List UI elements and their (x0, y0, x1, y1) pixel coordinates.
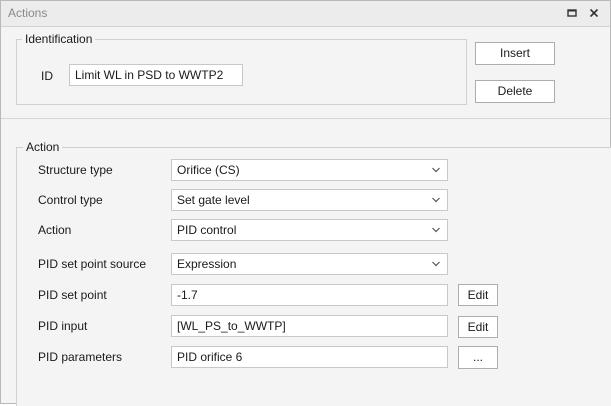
pid-parameters-browse-button[interactable]: ... (458, 346, 498, 369)
pid-set-point-source-value: Expression (177, 257, 237, 271)
id-input[interactable]: Limit WL in PSD to WWTP2 (69, 64, 243, 86)
section-divider (1, 118, 610, 119)
pid-set-point-edit-button[interactable]: Edit (458, 284, 498, 306)
chevron-down-icon (432, 261, 440, 267)
control-type-value: Set gate level (177, 193, 250, 207)
close-icon[interactable] (586, 5, 602, 21)
control-type-label: Control type (38, 193, 103, 207)
pid-input-edit-button[interactable]: Edit (458, 316, 498, 338)
actions-window: Actions Identification ID Limit WL in PS… (0, 0, 611, 406)
title-bar: Actions (1, 1, 610, 27)
action-select[interactable]: PID control (171, 219, 448, 241)
pid-parameters-input[interactable]: PID orifice 6 (171, 346, 448, 368)
pid-set-point-input[interactable]: -1.7 (171, 284, 448, 306)
id-label: ID (41, 69, 53, 83)
control-type-select[interactable]: Set gate level (171, 189, 448, 211)
window-title: Actions (8, 6, 48, 20)
action-label: Action (38, 223, 72, 237)
pid-set-point-source-select[interactable]: Expression (171, 253, 448, 275)
pid-input-field[interactable]: [WL_PS_to_WWTP] (171, 315, 448, 337)
delete-button[interactable]: Delete (475, 80, 555, 103)
restore-icon[interactable] (564, 5, 580, 21)
pid-set-point-label: PID set point (38, 288, 107, 302)
structure-type-select[interactable]: Orifice (CS) (171, 159, 448, 181)
identification-legend: Identification (22, 32, 96, 46)
structure-type-value: Orifice (CS) (177, 163, 240, 177)
insert-button[interactable]: Insert (475, 42, 555, 65)
chevron-down-icon (432, 227, 440, 233)
pid-set-point-source-label: PID set point source (38, 257, 147, 271)
chevron-down-icon (432, 197, 440, 203)
action-value: PID control (177, 223, 237, 237)
pid-parameters-label: PID parameters (38, 350, 123, 364)
chevron-down-icon (432, 167, 440, 173)
structure-type-label: Structure type (38, 163, 113, 177)
action-legend: Action (23, 140, 63, 154)
pid-input-label: PID input (38, 319, 88, 333)
